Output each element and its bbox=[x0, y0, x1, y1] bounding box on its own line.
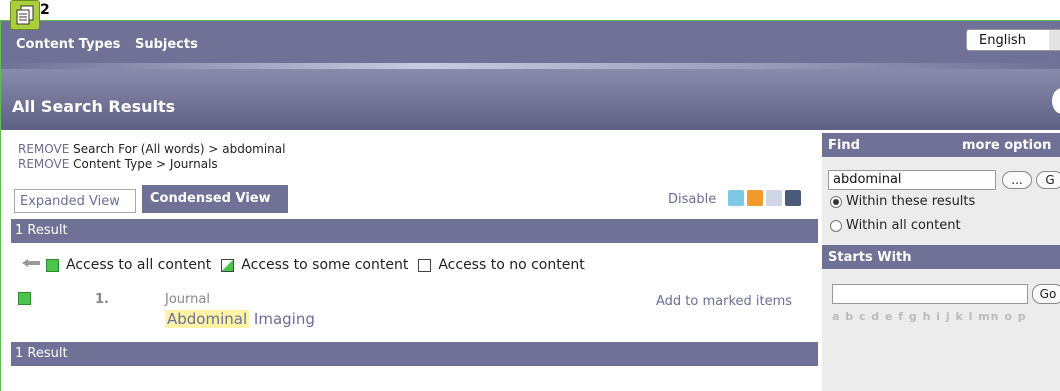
starts-with-input[interactable] bbox=[832, 284, 1028, 304]
email-icon[interactable] bbox=[766, 190, 782, 206]
results-count-bar: 1 Result bbox=[11, 219, 818, 243]
results-count: 1 Result bbox=[15, 346, 68, 361]
access-none-icon bbox=[418, 258, 432, 272]
result-title-link[interactable]: Abdominal Imaging bbox=[165, 310, 315, 328]
radio-label: Within these results bbox=[846, 194, 976, 209]
radio-within-results[interactable]: Within these results bbox=[830, 194, 975, 209]
language-select[interactable]: English bbox=[966, 29, 1060, 51]
banner-stripe bbox=[1, 63, 1060, 69]
disable-link[interactable]: Disable bbox=[668, 192, 716, 207]
toolbar-icons bbox=[728, 190, 801, 206]
language-label: English bbox=[979, 33, 1026, 48]
result-title-rest: Imaging bbox=[253, 310, 315, 328]
starts-with-title: Starts With bbox=[828, 250, 912, 265]
remove-content-type-link[interactable]: REMOVE bbox=[18, 157, 69, 171]
starts-with-go-button[interactable]: Go bbox=[1032, 284, 1060, 304]
ellipsis-button[interactable]: ... bbox=[1002, 171, 1032, 189]
more-options-link[interactable]: more option bbox=[962, 138, 1051, 153]
nav-subjects[interactable]: Subjects bbox=[135, 37, 198, 52]
tab-expanded-view[interactable]: Expanded View bbox=[14, 189, 136, 213]
chevron-down-icon bbox=[1049, 30, 1060, 50]
access-all-icon bbox=[46, 258, 59, 272]
radio-label: Within all content bbox=[846, 218, 961, 233]
find-go-button[interactable]: G bbox=[1036, 171, 1060, 189]
alphabet-links[interactable]: a b c d e f g h i j k l mn o p bbox=[832, 310, 1027, 323]
crumb-content-type: REMOVE Content Type > Journals bbox=[18, 157, 285, 172]
legend-none-label: Access to no content bbox=[438, 257, 585, 273]
legend-all-label: Access to all content bbox=[66, 257, 212, 273]
access-some-icon bbox=[221, 258, 235, 272]
badge-count: 2 bbox=[40, 2, 50, 18]
crumb-search-text: Search For (All words) > abdominal bbox=[73, 142, 286, 156]
radio-unselected-icon bbox=[830, 219, 842, 232]
crumb-search: REMOVE Search For (All words) > abdomina… bbox=[18, 142, 285, 157]
access-all-icon bbox=[18, 292, 31, 305]
sidebar: Find more option abdominal ... G Within … bbox=[822, 133, 1060, 391]
rss-icon[interactable] bbox=[747, 190, 763, 206]
tab-condensed-view[interactable]: Condensed View bbox=[142, 185, 288, 213]
breadcrumb: REMOVE Search For (All words) > abdomina… bbox=[18, 142, 285, 172]
radio-selected-icon bbox=[830, 195, 842, 208]
documents-icon bbox=[10, 0, 40, 30]
nav-content-types[interactable]: Content Types bbox=[16, 37, 120, 52]
crumb-content-type-text: Content Type > Journals bbox=[73, 157, 218, 171]
refresh-icon[interactable] bbox=[728, 190, 744, 206]
save-icon[interactable] bbox=[785, 190, 801, 206]
page-title: All Search Results bbox=[12, 97, 176, 116]
result-title-highlight: Abdominal bbox=[165, 310, 250, 328]
find-header: Find more option bbox=[822, 133, 1060, 157]
add-to-marked-items-link[interactable]: Add to marked items bbox=[656, 294, 792, 309]
access-legend: Access to all content Access to some con… bbox=[22, 257, 595, 273]
result-type: Journal bbox=[165, 292, 210, 307]
starts-with-header: Starts With bbox=[822, 245, 1060, 269]
results-count: 1 Result bbox=[15, 223, 68, 238]
find-title: Find bbox=[828, 138, 860, 153]
top-nav: Content Types Subjects bbox=[16, 37, 208, 52]
results-count-bar-bottom: 1 Result bbox=[11, 342, 818, 366]
legend-some-label: Access to some content bbox=[241, 257, 409, 273]
radio-within-all[interactable]: Within all content bbox=[830, 218, 961, 233]
result-number: 1. bbox=[95, 292, 109, 307]
find-input[interactable]: abdominal bbox=[828, 170, 996, 190]
return-arrow-icon bbox=[22, 259, 40, 267]
remove-search-link[interactable]: REMOVE bbox=[18, 142, 69, 156]
